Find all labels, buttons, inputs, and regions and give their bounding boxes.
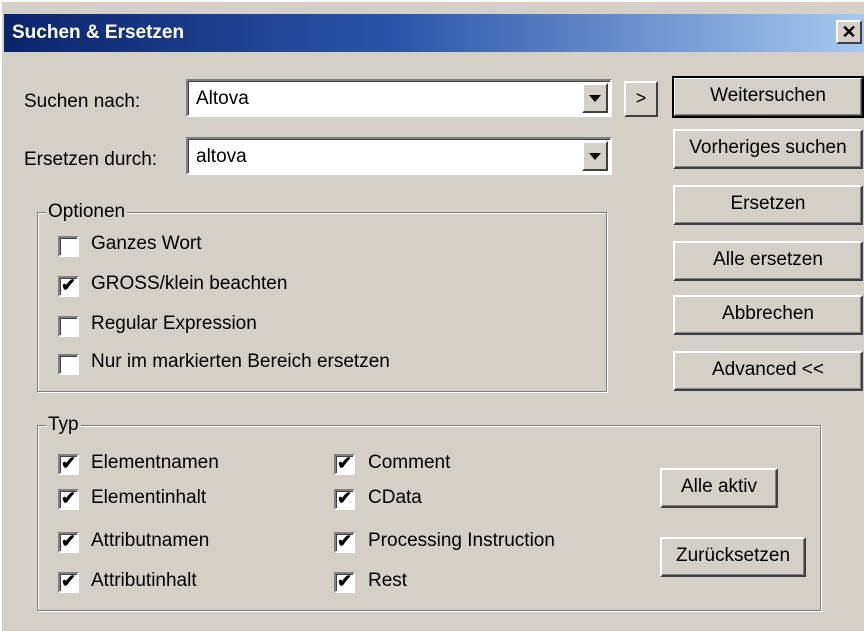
processing-instruction-checkbox[interactable]: ✔ (334, 531, 355, 553)
find-input[interactable]: Altova (196, 88, 249, 110)
check-icon: ✔ (61, 453, 77, 473)
window-title: Suchen & Ersetzen (12, 22, 185, 43)
close-button[interactable]: ✕ (836, 20, 862, 44)
options-title: Optionen (46, 201, 128, 223)
match-case-label: GROSS/klein beachten (91, 273, 288, 294)
title-bar[interactable]: Suchen & Ersetzen ✕ (4, 14, 864, 52)
check-icon: ✔ (61, 531, 77, 551)
attribute-names-label: Attributnamen (91, 530, 210, 551)
whole-word-checkbox[interactable] (58, 236, 79, 257)
comment-checkbox[interactable]: ✔ (334, 453, 355, 475)
comment-label: Comment (368, 452, 451, 473)
check-icon: ✔ (337, 571, 353, 591)
check-icon: ✔ (61, 571, 77, 591)
selection-only-label: Nur im markierten Bereich ersetzen (91, 351, 390, 372)
attribute-content-checkbox[interactable]: ✔ (58, 571, 79, 593)
replace-button[interactable]: Ersetzen (673, 185, 863, 225)
cancel-button[interactable]: Abbrechen (673, 295, 863, 335)
replace-dropdown-button[interactable] (582, 141, 608, 171)
rest-checkbox[interactable]: ✔ (334, 571, 355, 593)
whole-word-label: Ganzes Wort (91, 233, 202, 254)
element-names-label: Elementnamen (91, 452, 219, 473)
rest-label: Rest (368, 570, 408, 591)
find-dropdown-button[interactable] (582, 83, 608, 113)
regex-menu-button[interactable]: > (624, 81, 658, 117)
find-previous-button[interactable]: Vorheriges suchen (673, 129, 863, 169)
check-icon: ✔ (61, 488, 77, 508)
element-names-checkbox[interactable]: ✔ (58, 453, 79, 475)
type-group: Typ ✔ Elementnamen ✔ Elementinhalt ✔ Att… (37, 414, 821, 611)
check-icon: ✔ (337, 488, 353, 508)
attribute-names-checkbox[interactable]: ✔ (58, 531, 79, 553)
all-active-button[interactable]: Alle aktiv (660, 468, 778, 508)
find-next-button[interactable]: Weitersuchen (672, 76, 864, 118)
find-label: Suchen nach: (24, 91, 141, 112)
check-icon: ✔ (337, 531, 353, 551)
find-combo[interactable]: Altova (186, 79, 612, 117)
element-content-label: Elementinhalt (91, 487, 207, 508)
type-title: Typ (46, 414, 81, 436)
reset-button[interactable]: Zurücksetzen (660, 537, 806, 577)
close-icon: ✕ (841, 22, 857, 42)
selection-only-checkbox[interactable] (58, 354, 79, 375)
processing-instruction-label: Processing Instruction (368, 530, 555, 551)
element-content-checkbox[interactable]: ✔ (58, 488, 79, 510)
regex-checkbox[interactable] (58, 316, 79, 337)
cdata-checkbox[interactable]: ✔ (334, 488, 355, 510)
attribute-content-label: Attributinhalt (91, 570, 197, 591)
find-replace-dialog: Suchen & Ersetzen ✕ Suchen nach: Altova … (0, 0, 864, 631)
replace-combo[interactable]: altova (186, 137, 612, 175)
advanced-button[interactable]: Advanced << (673, 351, 863, 391)
options-group: Optionen Ganzes Wort ✔ GROSS/klein beach… (37, 201, 607, 392)
replace-label: Ersetzen durch: (24, 149, 158, 170)
check-icon: ✔ (61, 275, 77, 295)
check-icon: ✔ (337, 453, 353, 473)
replace-input[interactable]: altova (196, 146, 247, 168)
cdata-label: CData (368, 487, 422, 508)
match-case-checkbox[interactable]: ✔ (58, 275, 79, 297)
replace-all-button[interactable]: Alle ersetzen (673, 241, 863, 281)
regex-label: Regular Expression (91, 313, 257, 334)
